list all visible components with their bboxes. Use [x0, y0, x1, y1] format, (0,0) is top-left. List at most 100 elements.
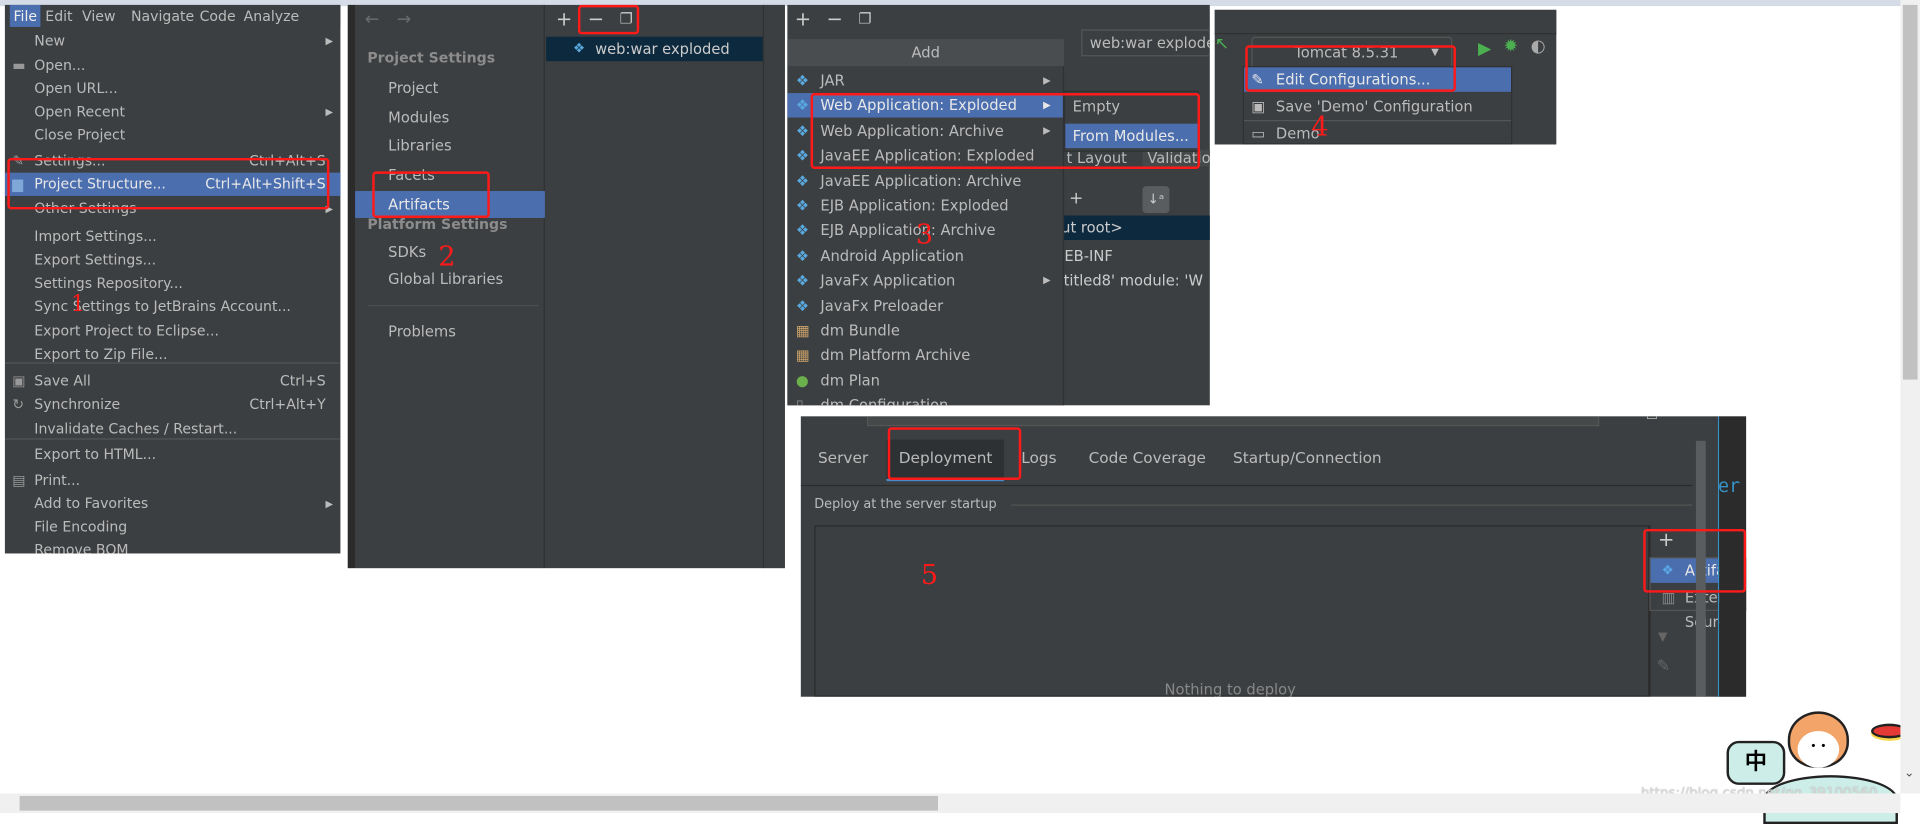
save-config-item[interactable]: ▣ Save 'Demo' Configuration — [1244, 94, 1511, 118]
add-item-dm-configuration[interactable]: ▯ dm Configuration — [787, 393, 1063, 405]
menu-item-add-to-favorites[interactable]: Add to Favorites ▶ — [5, 492, 341, 515]
artifact-type-icon: ❖ — [795, 297, 810, 315]
highlight-project-structure — [7, 157, 330, 210]
submenu-arrow-icon: ▶ — [1043, 74, 1051, 86]
output-root-row[interactable]: put root> — [1044, 215, 1210, 241]
nav-global-libraries[interactable]: Global Libraries — [388, 271, 503, 288]
run-icon[interactable]: ▶ — [1478, 39, 1491, 59]
tab-server[interactable]: Server — [818, 440, 868, 482]
submenu-arrow-icon: ▶ — [325, 106, 334, 118]
menu-item-import-settings[interactable]: Import Settings... — [5, 225, 341, 248]
save-icon: ▣ — [1251, 97, 1266, 116]
menu-item-file-encoding[interactable]: File Encoding — [5, 516, 341, 539]
add-item-label: EJB Application: Archive — [820, 222, 996, 240]
menu-navigate[interactable]: Navigate — [127, 5, 198, 27]
nav-sdks[interactable]: SDKs — [388, 244, 426, 261]
menu-item-export-to-html[interactable]: Export to HTML... — [5, 443, 341, 466]
file-menu-panel: File Edit View Navigate Code Analyze New ▶ ▬ Ope… — [4, 4, 341, 554]
add-menu-title: Add — [787, 39, 1065, 67]
menu-item-settings-repository[interactable]: Settings Repository... — [5, 272, 341, 295]
add-item-javafx-application[interactable]: ❖ JavaFx Application ▶ — [787, 268, 1063, 292]
menu-item-new[interactable]: New ▶ — [5, 29, 341, 52]
move-down-icon[interactable]: ▼ — [1658, 631, 1667, 644]
add-element-icon[interactable]: + — [1069, 189, 1083, 209]
tab-logs[interactable]: Logs — [1021, 440, 1056, 482]
artifact-icon: ❖ — [573, 40, 586, 57]
menu-item-synchronize[interactable]: ↻ Synchronize Ctrl+Alt+Y — [5, 393, 341, 416]
annotation-5: 5 — [920, 560, 938, 592]
menu-item-invalidate-caches-restart[interactable]: Invalidate Caches / Restart... — [5, 418, 341, 441]
menu-edit[interactable]: Edit — [42, 5, 77, 27]
annotation-2: 2 — [438, 242, 456, 274]
menu-code[interactable]: Code — [196, 5, 239, 27]
menu-item-label: Export Settings... — [34, 251, 157, 269]
menu-item-open-recent[interactable]: Open Recent ▶ — [5, 100, 341, 123]
share-checkbox[interactable]: ☐ — [1646, 416, 1658, 422]
save-icon: ▣ — [12, 372, 26, 390]
chevron-down-icon[interactable]: ⌄ — [1904, 767, 1914, 780]
menu-item-label: Export Project to Eclipse... — [34, 322, 219, 340]
forward-icon[interactable]: → — [397, 10, 411, 30]
menu-item-label: Close Project — [34, 126, 126, 144]
menu-analyze[interactable]: Analyze — [240, 5, 303, 27]
edit-icon[interactable]: ✎ — [1657, 658, 1670, 676]
menu-item-open-url[interactable]: Open URL... — [5, 77, 341, 100]
menu-item-print[interactable]: ▤ Print... — [5, 469, 341, 492]
copy-icon[interactable]: ❐ — [858, 10, 871, 27]
module-row[interactable]: ntitled8' module: 'W — [1054, 272, 1203, 289]
menu-item-close-project[interactable]: Close Project — [5, 124, 341, 147]
debug-icon[interactable]: ✹ — [1504, 37, 1518, 57]
sort-icon[interactable]: ↓ᵃ — [1142, 186, 1170, 214]
tab-code-coverage[interactable]: Code Coverage — [1089, 440, 1206, 482]
add-item-dm-plan[interactable]: ● dm Plan — [787, 368, 1063, 392]
artifact-type-icon: ❖ — [795, 122, 810, 140]
demo-config-item[interactable]: ▭ Demo — [1244, 121, 1511, 144]
back-icon[interactable]: ← — [365, 10, 379, 30]
nav-problems[interactable]: Problems — [388, 323, 456, 340]
menu-item-sync-settings-to-jetbrains-account[interactable]: Sync Settings to JetBrains Account... — [5, 295, 341, 318]
add-item-dm-platform-archive[interactable]: ▦ dm Platform Archive — [787, 343, 1063, 367]
project-structure-panel: ← → Project Settings Project Modules Libra… — [347, 4, 785, 569]
menu-item-label: Export to HTML... — [34, 445, 157, 463]
add-icon[interactable]: + — [795, 7, 811, 30]
artifact-row[interactable]: ❖ web:war exploded — [546, 36, 765, 62]
nav-libraries[interactable]: Libraries — [355, 133, 545, 157]
menu-item-save-all[interactable]: ▣ Save All Ctrl+S — [5, 370, 341, 393]
nav-project[interactable]: Project — [355, 76, 545, 100]
coverage-icon[interactable]: ◐ — [1531, 37, 1546, 57]
add-item-jar[interactable]: ❖ JAR ▶ — [787, 69, 1063, 93]
menu-item-open[interactable]: ▬ Open... — [5, 54, 341, 77]
artifact-type-icon: ❖ — [795, 147, 810, 165]
artifact-type-icon: ❖ — [795, 272, 810, 290]
nav-modules[interactable]: Modules — [355, 105, 545, 129]
menu-view[interactable]: View — [78, 5, 119, 27]
project-settings-header: Project Settings — [367, 48, 496, 67]
menu-item-label: Import Settings... — [34, 227, 157, 245]
menu-item-export-settings[interactable]: Export Settings... — [5, 249, 341, 272]
menu-item-label: Add to Favorites — [34, 494, 149, 512]
artifact-name-field[interactable]: web:war explode — [1081, 29, 1210, 57]
add-item-javaee-application-archive[interactable]: ❖ JavaEE Application: Archive — [787, 168, 1063, 192]
screenshot-collage: File Edit View Navigate Code Analyze New ▶ ▬ Ope… — [0, 0, 1920, 824]
menubar: File Edit View Navigate Code Analyze — [4, 4, 341, 27]
build-icon[interactable]: ↖ — [1215, 34, 1229, 54]
submenu-arrow-icon: ▶ — [1043, 274, 1051, 286]
artifact-type-icon: ▯ — [796, 393, 804, 405]
tab-startup-connection[interactable]: Startup/Connection — [1233, 440, 1382, 482]
remove-icon[interactable]: − — [827, 7, 843, 30]
highlight-artifacts — [372, 171, 490, 218]
add-item-dm-bundle[interactable]: ▦ dm Bundle — [787, 318, 1063, 342]
menu-item-remove-bom[interactable]: Remove BOM — [5, 539, 341, 553]
add-item-label: dm Plan — [820, 371, 880, 390]
artifact-type-icon: ❖ — [795, 172, 810, 190]
add-item-ejb-application-exploded[interactable]: ❖ EJB Application: Exploded — [787, 193, 1063, 217]
menu-item-export-project-to-eclipse[interactable]: Export Project to Eclipse... — [5, 320, 341, 343]
horizontal-scrollbar[interactable] — [0, 793, 1901, 814]
highlight-edit-configurations — [1245, 45, 1456, 92]
annotation-4: 4 — [1311, 112, 1329, 144]
menu-file[interactable]: File — [9, 4, 41, 27]
add-icon[interactable]: + — [556, 7, 572, 30]
add-item-javafx-preloader[interactable]: ❖ JavaFx Preloader — [787, 293, 1063, 317]
print-icon: ▤ — [12, 471, 26, 489]
vertical-scrollbar[interactable]: ⌄ — [1900, 0, 1920, 794]
